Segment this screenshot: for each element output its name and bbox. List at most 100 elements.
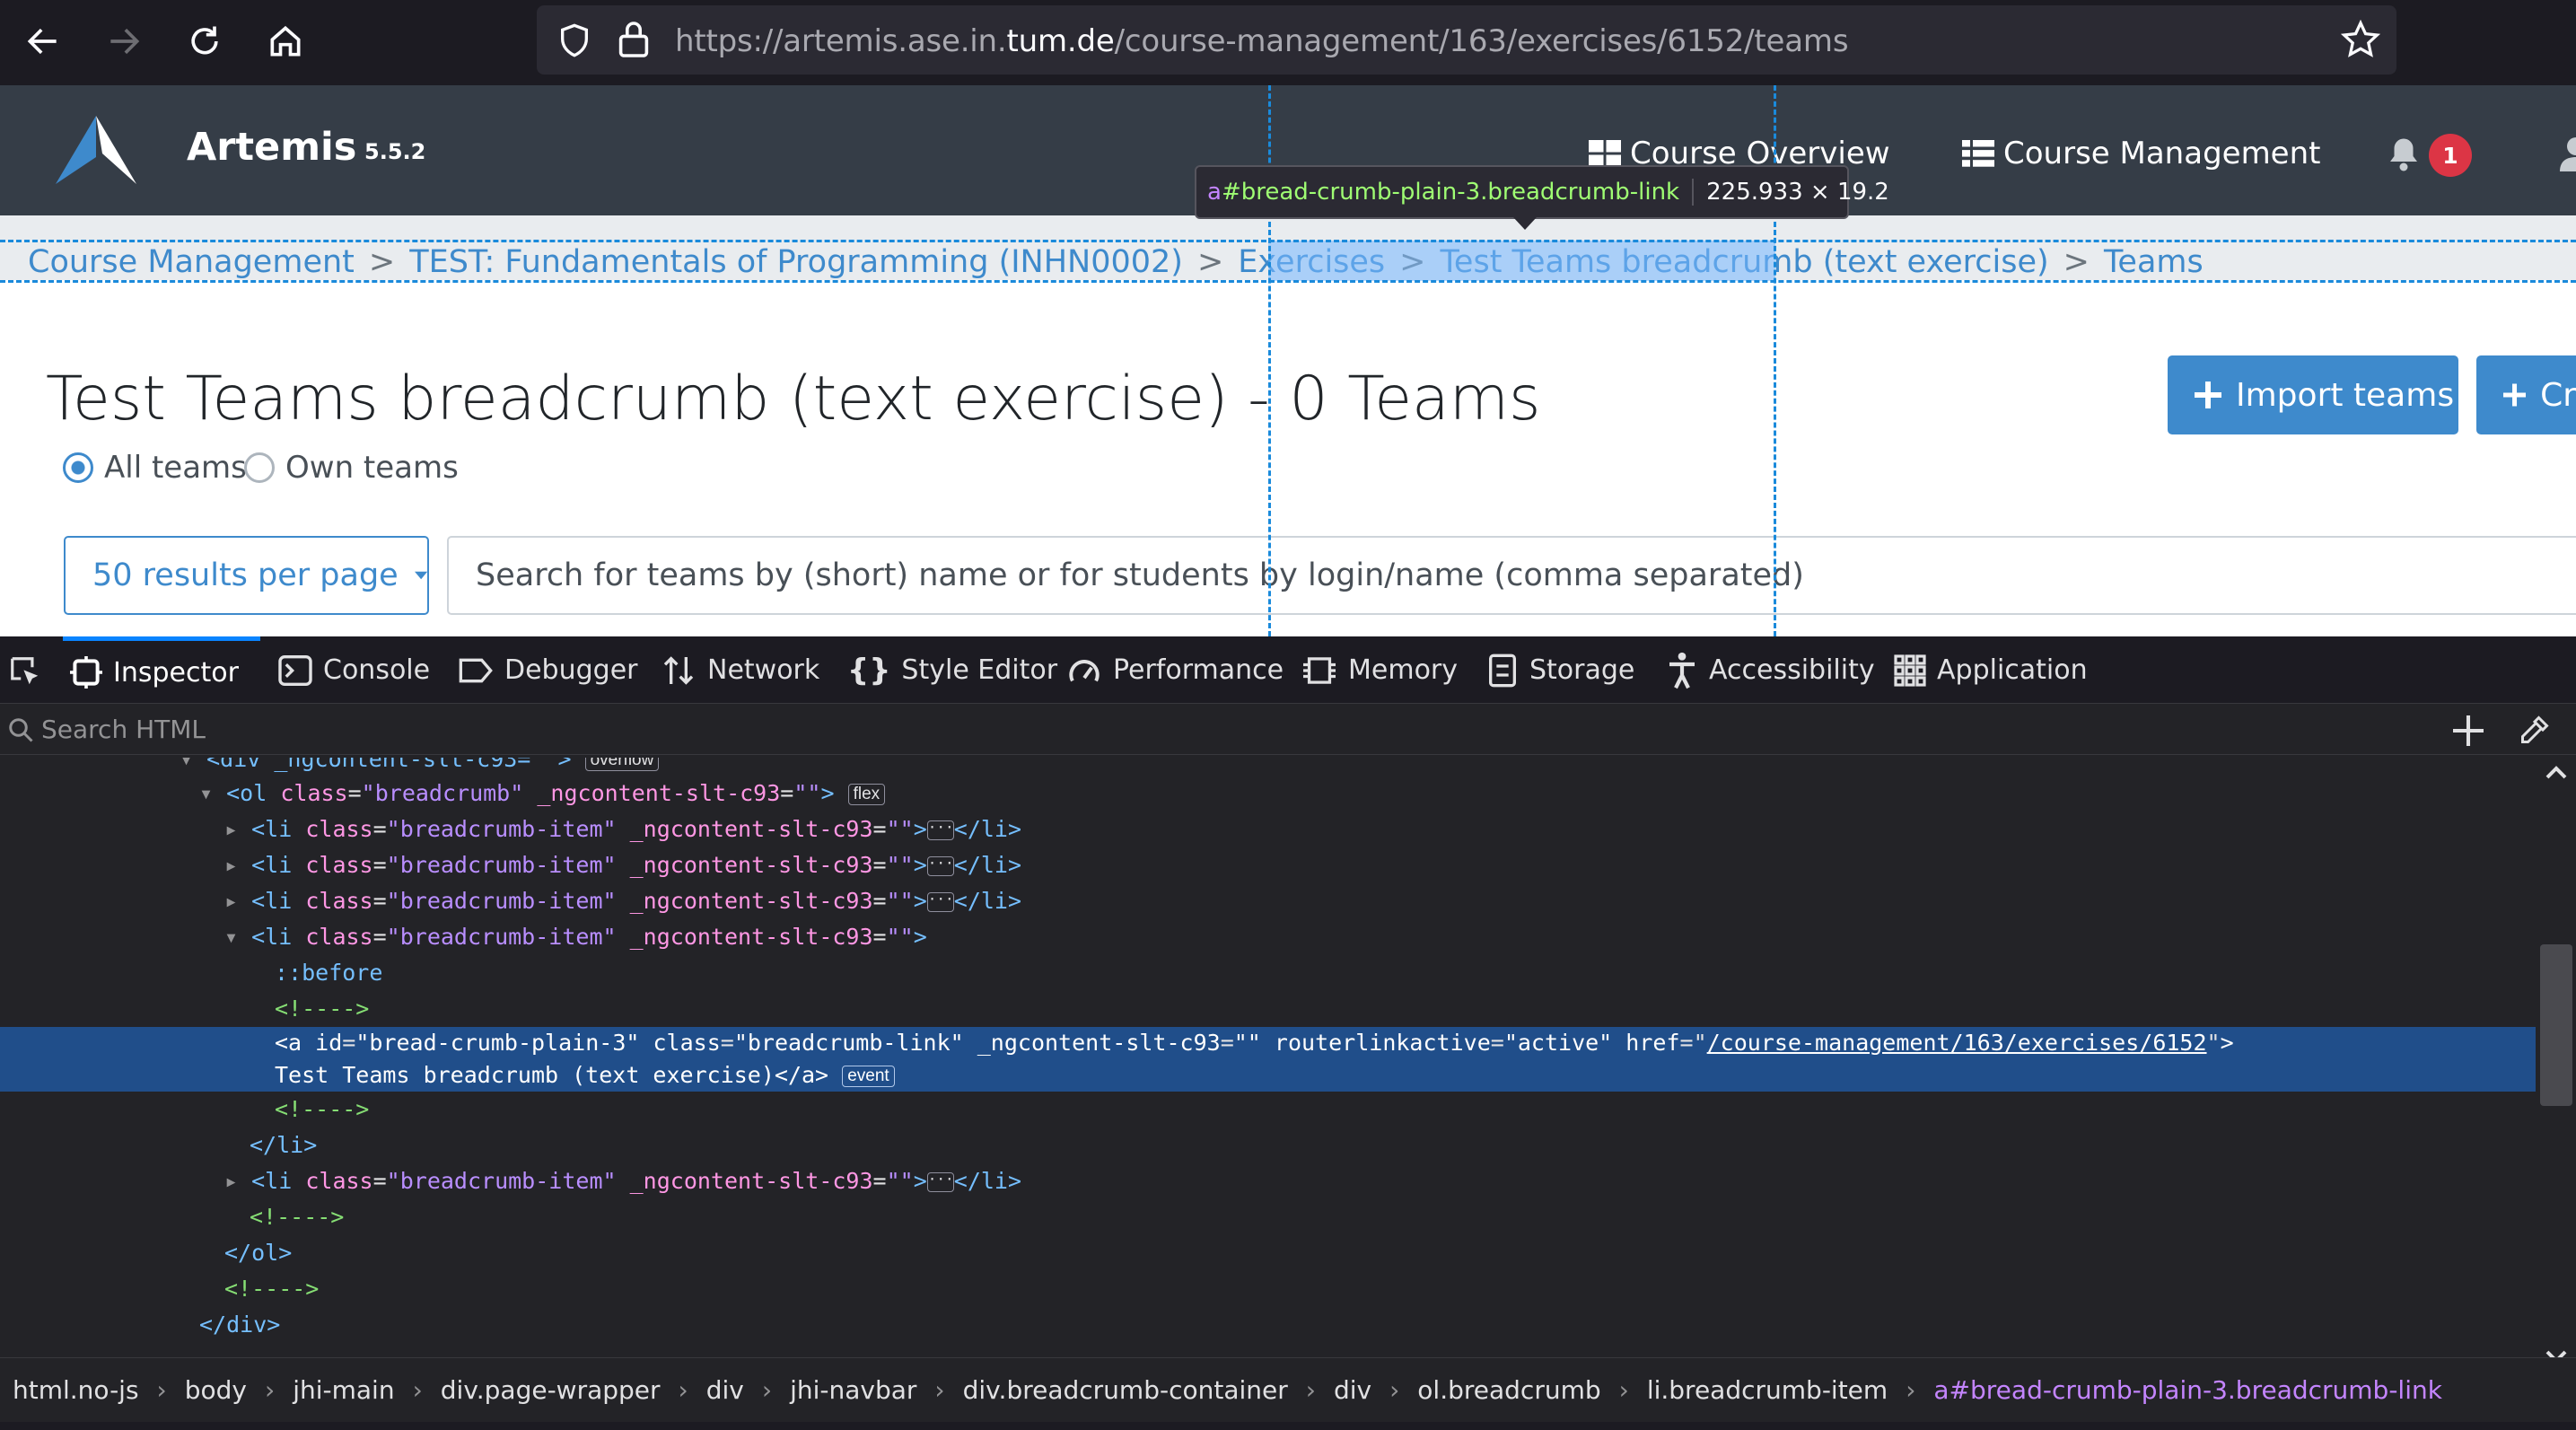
tab-label: Performance <box>1113 654 1284 686</box>
radio-unchecked[interactable] <box>244 452 275 483</box>
inspector-icon <box>70 656 102 689</box>
expand-arrow-icon[interactable]: ▸ <box>224 1168 238 1194</box>
ellipsis-icon[interactable]: ··· <box>926 892 954 912</box>
radio-checked[interactable] <box>63 452 93 483</box>
attr-value: "breadcrumb-item" <box>386 924 617 950</box>
collapse-arrow-icon[interactable]: ▾ <box>199 780 213 806</box>
tree-comment[interactable]: <!----> <box>275 991 2536 1027</box>
tree-comment[interactable]: <!----> <box>275 1092 2536 1127</box>
tab-storage[interactable]: Storage <box>1486 636 1634 704</box>
ellipsis-icon[interactable]: ··· <box>926 856 954 876</box>
expand-arrow-icon[interactable]: ▸ <box>224 888 238 914</box>
devtools-breadcrumbs: html.no-js › body › jhi-main › div.page-wra… <box>0 1357 2576 1422</box>
tree-node-li[interactable]: ▸ <li class="breadcrumb-item" _ngcontent… <box>224 1163 2536 1199</box>
bookmark-star-icon[interactable] <box>2341 20 2380 59</box>
crumb[interactable]: jhi-navbar <box>790 1375 916 1405</box>
url-text[interactable]: https://artemis.ase.in.tum.de/course-man… <box>675 23 1849 59</box>
crumb-separator-icon: › <box>1906 1375 1916 1405</box>
search-html-input[interactable]: Search HTML <box>0 705 2576 755</box>
artemis-logo-icon[interactable] <box>56 116 136 184</box>
scroll-thumb[interactable] <box>2540 944 2572 1106</box>
event-badge[interactable]: event <box>842 1066 895 1087</box>
tree-node-ol[interactable]: ▾ <ol class="breadcrumb" _ngcontent-slt-… <box>199 776 2536 812</box>
create-team-button[interactable]: Cr <box>2476 355 2576 434</box>
attr-value: "" <box>886 888 914 914</box>
crumb[interactable]: body <box>185 1375 247 1405</box>
user-icon[interactable] <box>2560 136 2576 171</box>
flex-badge[interactable]: flex <box>847 784 886 805</box>
add-node-icon[interactable] <box>2453 715 2484 746</box>
tree-node-li[interactable]: ▸ <li class="breadcrumb-item" _ngcontent… <box>224 847 2536 883</box>
attr-value: "" <box>793 780 821 806</box>
crumb[interactable]: div.breadcrumb-container <box>963 1375 1288 1405</box>
crumb-separator-icon: › <box>1618 1375 1629 1405</box>
tab-accessibility[interactable]: Accessibility <box>1666 636 1875 704</box>
home-icon[interactable] <box>262 18 309 65</box>
shield-icon[interactable] <box>556 22 592 59</box>
crumb[interactable]: div <box>1334 1375 1371 1405</box>
crumb[interactable]: html.no-js <box>13 1375 139 1405</box>
tree-node-li[interactable]: ▸ <li class="breadcrumb-item" _ngcontent… <box>224 812 2536 847</box>
tree-close-ol[interactable]: </ol> <box>224 1235 2536 1271</box>
results-per-page-dropdown[interactable]: 50 results per page <box>64 536 429 615</box>
expand-arrow-icon[interactable]: ▸ <box>224 852 238 878</box>
crumb[interactable]: div.page-wrapper <box>441 1375 661 1405</box>
ellipsis-icon[interactable]: ··· <box>926 1172 954 1192</box>
breadcrumb-item[interactable]: Course Management <box>28 244 355 280</box>
back-icon[interactable] <box>20 18 66 65</box>
nav-course-management[interactable]: Course Management <box>1962 136 2320 171</box>
tree-pseudo-before[interactable]: ::before <box>275 955 2536 991</box>
tab-label: Console <box>323 654 431 686</box>
tree-node-li[interactable]: ▸ <li class="breadcrumb-item" _ngcontent… <box>224 883 2536 919</box>
brand-name[interactable]: Artemis <box>187 125 356 170</box>
collapse-arrow-icon[interactable]: ▾ <box>180 758 193 772</box>
tree-comment[interactable]: <!----> <box>224 1271 2536 1307</box>
href-link[interactable]: /course-management/163/exercises/6152 <box>1707 1030 2207 1056</box>
crumb[interactable]: div <box>706 1375 744 1405</box>
tab-console[interactable]: Console <box>278 636 430 704</box>
reload-icon[interactable] <box>181 18 228 65</box>
crumb-separator-icon: › <box>156 1375 167 1405</box>
crumb-active[interactable]: a#bread-crumb-plain-3.breadcrumb-link <box>1933 1375 2442 1405</box>
crumb[interactable]: jhi-main <box>293 1375 394 1405</box>
tab-style-editor[interactable]: {} Style Editor <box>847 636 1057 704</box>
tab-network[interactable]: Network <box>661 636 819 704</box>
tree-node-li-open[interactable]: ▾ <li class="breadcrumb-item" _ngcontent… <box>224 919 2536 955</box>
notification-badge[interactable]: 1 <box>2429 134 2472 177</box>
breadcrumb-item[interactable]: TEST: Fundamentals of Programming (INHN0… <box>409 244 1183 280</box>
radio-all-teams[interactable]: All teams <box>63 450 247 486</box>
tree-comment[interactable]: <!----> <box>250 1199 2536 1235</box>
crumb[interactable]: li.breadcrumb-item <box>1647 1375 1888 1405</box>
tab-debugger[interactable]: Debugger <box>458 636 638 704</box>
tree-node[interactable]: ▾ <div _ngcontent-slt-c93=""> overflow <box>180 758 2536 777</box>
tab-performance[interactable]: Performance <box>1066 636 1284 704</box>
tab-label: Storage <box>1529 654 1635 686</box>
tab-application[interactable]: Application <box>1894 636 2088 704</box>
lock-icon[interactable] <box>618 20 650 59</box>
tab-inspector[interactable]: Inspector <box>63 636 260 704</box>
tab-memory[interactable]: Memory <box>1301 636 1458 704</box>
collapse-arrow-icon[interactable]: ▾ <box>224 924 238 950</box>
tree-node-selected[interactable]: <a id="bread-crumb-plain-3" class="bread… <box>0 1027 2536 1092</box>
memory-icon <box>1303 656 1336 684</box>
bell-icon[interactable] <box>2388 136 2420 171</box>
ellipsis-icon[interactable]: ··· <box>926 820 954 840</box>
scroll-up-icon[interactable] <box>2545 765 2568 779</box>
overflow-badge[interactable]: overflow <box>584 758 660 771</box>
crumb-separator-icon: › <box>412 1375 423 1405</box>
element-picker-icon[interactable] <box>7 654 43 689</box>
crumb[interactable]: ol.breadcrumb <box>1417 1375 1600 1405</box>
comment-text: <!----> <box>250 1204 345 1230</box>
expand-arrow-icon[interactable]: ▸ <box>224 816 238 842</box>
url-bar[interactable]: https://artemis.ase.in.tum.de/course-man… <box>537 5 2396 75</box>
breadcrumb-item[interactable]: Teams <box>2104 244 2204 280</box>
tree-tag: </li> <box>953 1168 1022 1194</box>
tree-close-li[interactable]: </li> <box>250 1127 2536 1163</box>
tree-close-div[interactable]: </div> <box>199 1307 2536 1343</box>
debugger-icon <box>459 658 493 682</box>
radio-own-teams[interactable]: Own teams <box>244 450 459 486</box>
import-teams-button[interactable]: Import teams <box>2168 355 2458 434</box>
forward-icon[interactable] <box>101 18 147 65</box>
team-search-input[interactable]: Search for teams by (short) name or for … <box>447 536 2576 615</box>
eyedropper-icon[interactable] <box>2519 714 2551 746</box>
